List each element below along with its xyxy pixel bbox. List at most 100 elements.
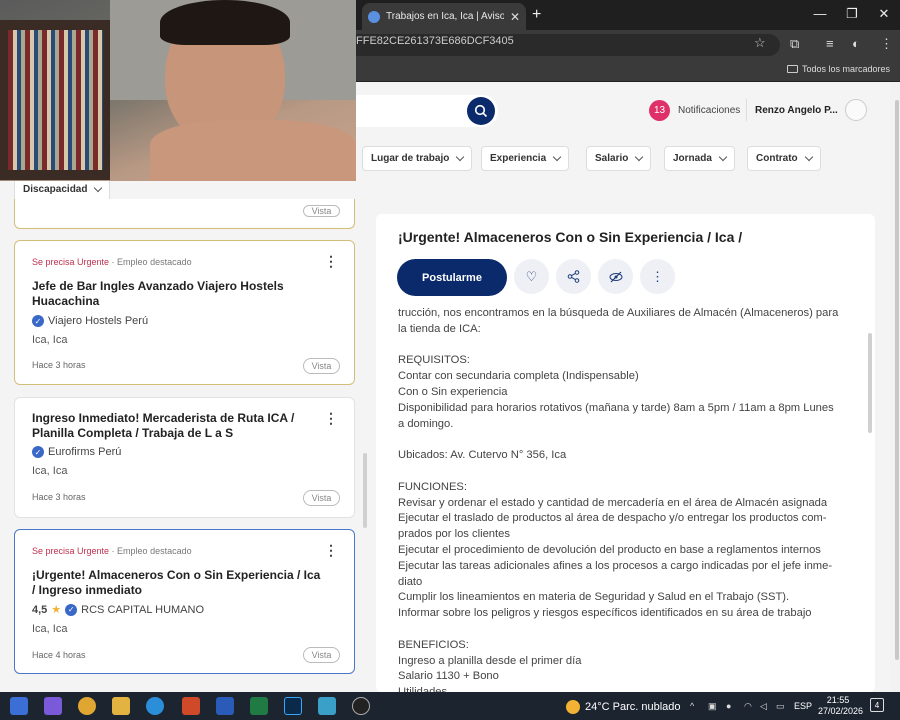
posted-time: Hace 3 horas — [32, 360, 86, 370]
weather-widget[interactable]: 24°C Parc. nublado — [566, 700, 681, 714]
heart-icon: ♡ — [525, 268, 538, 284]
file-explorer-icon[interactable] — [112, 697, 130, 715]
job-location: Ica, Ica — [32, 623, 68, 635]
job-title: Ingreso Inmediato! Mercaderista de Ruta … — [32, 411, 295, 440]
reading-list-icon[interactable]: ≡ — [826, 36, 834, 51]
more-options-icon[interactable]: ⋮ — [324, 542, 338, 559]
obs-icon[interactable] — [352, 697, 370, 715]
company-name: Viajero Hostels Perú — [48, 315, 149, 327]
browser-tab[interactable]: Trabajos en Ica, Ica | Avisos de ✕ — [362, 3, 526, 30]
viewed-badge: Vista — [303, 647, 340, 663]
job-card[interactable]: Se precisa Urgente · Empleo destacado ⋮ … — [14, 240, 355, 385]
filter-salary[interactable]: Salario — [586, 146, 652, 171]
filter-contract[interactable]: Contrato — [747, 146, 821, 171]
chevron-down-icon — [635, 152, 644, 162]
chevron-down-icon — [456, 152, 465, 162]
tab-close-icon[interactable]: ✕ — [510, 10, 520, 24]
user-name[interactable]: Renzo Angelo P... — [755, 105, 838, 116]
clock-date: 27/02/2026 — [818, 706, 864, 716]
site-favicon-icon — [368, 10, 380, 23]
filter-label: Experiencia — [490, 153, 547, 164]
filter-label: Discapacidad — [23, 184, 88, 195]
clock-time: 21:55 — [826, 695, 850, 705]
microphone-icon[interactable]: ● — [726, 701, 731, 711]
bookmark-star-icon[interactable]: ☆ — [754, 35, 766, 51]
verified-icon: ✓ — [32, 315, 44, 327]
notification-count-badge[interactable]: 13 — [649, 100, 670, 121]
job-location: Ica, Ica — [32, 334, 68, 346]
more-options-icon[interactable]: ⋮ — [324, 253, 338, 270]
notifications-link[interactable]: Notificaciones — [678, 105, 740, 116]
filter-schedule[interactable]: Jornada — [664, 146, 735, 171]
job-description-text: trucción, nos encontramos en la búsqueda… — [398, 307, 839, 692]
tray-chevron-icon[interactable]: ^ — [690, 701, 694, 711]
restore-icon[interactable]: ❐ — [842, 6, 862, 22]
weather-text: 24°C Parc. nublado — [585, 701, 681, 713]
hide-button[interactable] — [598, 259, 633, 294]
company: ✓ Viajero Hostels Perú — [32, 315, 148, 327]
share-button[interactable] — [556, 259, 591, 294]
avatar[interactable] — [845, 99, 867, 121]
more-options-icon[interactable]: ⋮ — [324, 410, 338, 427]
viewed-badge: Vista — [303, 490, 340, 506]
job-card[interactable]: Vista — [14, 199, 355, 229]
wifi-icon[interactable]: ◠ — [744, 701, 752, 712]
all-bookmarks[interactable]: Todos los marcadores — [786, 64, 890, 74]
favorite-button[interactable]: ♡ — [514, 259, 549, 294]
header-divider — [746, 99, 747, 121]
tray-app-icon[interactable]: ▣ — [708, 701, 717, 712]
filter-experience[interactable]: Experiencia — [481, 146, 570, 171]
job-title: Jefe de Bar Ingles Avanzado Viajero Host… — [32, 279, 284, 308]
excel-icon[interactable] — [250, 697, 268, 715]
webcam-books — [8, 30, 103, 170]
company-name: RCS CAPITAL HUMANO — [81, 603, 205, 616]
volume-icon[interactable]: ◁ — [760, 701, 767, 712]
app-icon[interactable] — [318, 697, 336, 715]
page-scrollbar[interactable] — [895, 100, 899, 660]
job-card[interactable]: ⋮ Ingreso Inmediato! Mercaderista de Rut… — [14, 397, 355, 518]
webcam-person-hair — [160, 0, 290, 45]
job-card-selected[interactable]: Se precisa Urgente · Empleo destacado ⋮ … — [14, 529, 355, 674]
filter-label: Jornada — [673, 153, 712, 164]
extensions-icon[interactable]: ⧉ — [790, 36, 799, 52]
featured-tag: Empleo destacado — [117, 257, 192, 267]
card-tags: Se precisa Urgente · Empleo destacado — [32, 257, 192, 267]
windows-taskbar: 24°C Parc. nublado ^ ▣ ● ◠ ◁ ▭ ESP 21:55… — [0, 692, 900, 720]
more-actions-button[interactable]: ⋮ — [640, 259, 675, 294]
start-icon[interactable] — [10, 697, 28, 715]
edge-icon[interactable] — [146, 697, 164, 715]
chrome-icon[interactable] — [78, 697, 96, 715]
search-icon — [474, 104, 488, 118]
battery-icon[interactable]: ▭ — [776, 701, 785, 712]
browser-menu-icon[interactable]: ⋮ — [880, 36, 893, 52]
search-button[interactable] — [467, 97, 495, 125]
clock[interactable]: 21:55 27/02/2026 — [818, 695, 864, 717]
notification-center-icon[interactable]: 4 — [870, 698, 884, 712]
close-window-icon[interactable]: ✕ — [874, 6, 894, 22]
filter-label: Contrato — [756, 153, 798, 164]
urgent-tag: Se precisa Urgente — [32, 257, 110, 267]
apply-button[interactable]: Postularme — [397, 259, 507, 296]
more-vertical-icon: ⋮ — [651, 268, 664, 284]
url-text: FFE82CE261373E686DCF3405 — [356, 35, 514, 47]
detail-scrollbar[interactable] — [868, 333, 872, 433]
profile-icon[interactable]: ◐ — [852, 36, 860, 51]
tab-title: Trabajos en Ica, Ica | Avisos de — [386, 11, 504, 22]
language-indicator[interactable]: ESP — [794, 701, 812, 711]
webcam-overlay — [0, 0, 356, 181]
company-name: Eurofirms Perú — [48, 446, 122, 458]
filter-workplace[interactable]: Lugar de trabajo — [362, 146, 473, 171]
job-description: trucción, nos encontramos en la búsqueda… — [398, 306, 858, 692]
company: 4,5 ★ ✓ RCS CAPITAL HUMANO — [32, 603, 204, 616]
verified-icon: ✓ — [65, 603, 78, 616]
chevron-down-icon — [94, 183, 103, 193]
copilot-icon[interactable] — [44, 697, 62, 715]
word-icon[interactable] — [216, 697, 234, 715]
photoshop-icon[interactable] — [284, 697, 302, 715]
powerpoint-icon[interactable] — [182, 697, 200, 715]
new-tab-icon[interactable]: + — [532, 6, 541, 24]
minimize-icon[interactable]: — — [810, 6, 830, 21]
job-detail-title: ¡Urgente! Almaceneros Con o Sin Experien… — [398, 229, 743, 245]
list-scrollbar[interactable] — [363, 453, 367, 528]
filter-label: Salario — [595, 153, 629, 164]
